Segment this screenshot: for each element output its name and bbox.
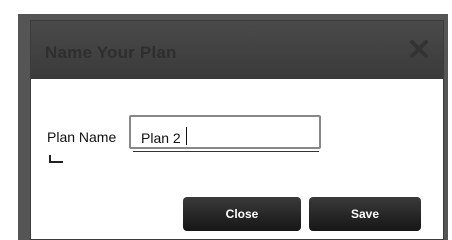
text-caret: [186, 127, 187, 145]
dialog-title: Name Your Plan: [45, 43, 177, 62]
corner-mark: [49, 155, 63, 163]
field-underline: [133, 151, 319, 152]
save-button[interactable]: Save: [309, 197, 421, 231]
name-plan-dialog: Name Your Plan Plan Name Close Save: [30, 20, 444, 240]
close-button[interactable]: Close: [183, 197, 301, 231]
dialog-titlebar: Name Your Plan: [31, 21, 443, 79]
plan-name-field[interactable]: [129, 115, 321, 149]
plan-name-label: Plan Name: [47, 129, 117, 145]
close-icon[interactable]: [409, 39, 429, 59]
screen: Name Your Plan Plan Name Close Save: [0, 0, 452, 240]
plan-name-input[interactable]: [141, 129, 291, 147]
